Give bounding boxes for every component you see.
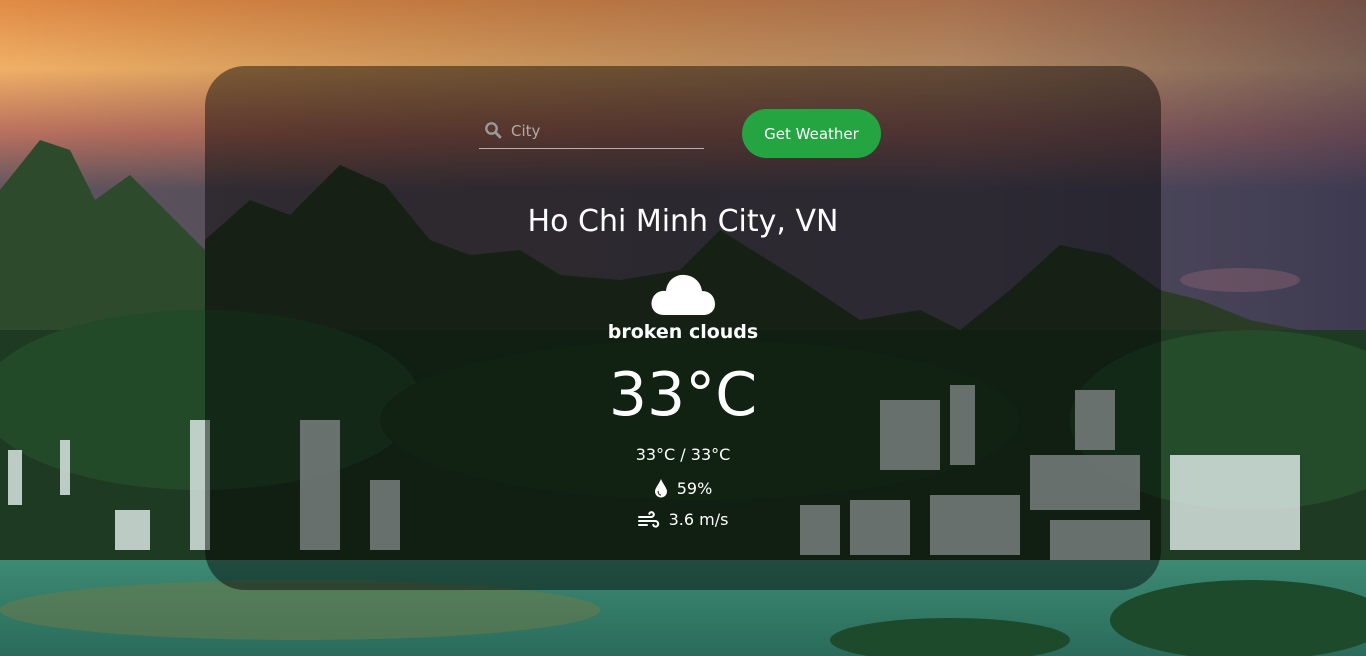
weather-description: broken clouds [607,321,759,343]
current-temperature: 33°C [608,360,758,430]
search-icon [485,122,502,139]
city-name: Ho Chi Minh City, VN [527,204,839,239]
min-max-temperature: 33°C / 33°C [635,445,731,464]
humidity-value: 59% [676,478,713,498]
cloud-icon [651,274,715,315]
search-box[interactable] [479,112,704,149]
water-drop-icon [654,479,667,498]
wind-speed-value: 3.6 m/s [668,510,729,529]
city-search-input[interactable] [509,118,698,144]
get-weather-button[interactable]: Get Weather [742,109,881,158]
wind-row: 3.6 m/s [205,510,1161,529]
wind-icon [637,510,659,528]
humidity-row: 59% [205,478,1161,498]
